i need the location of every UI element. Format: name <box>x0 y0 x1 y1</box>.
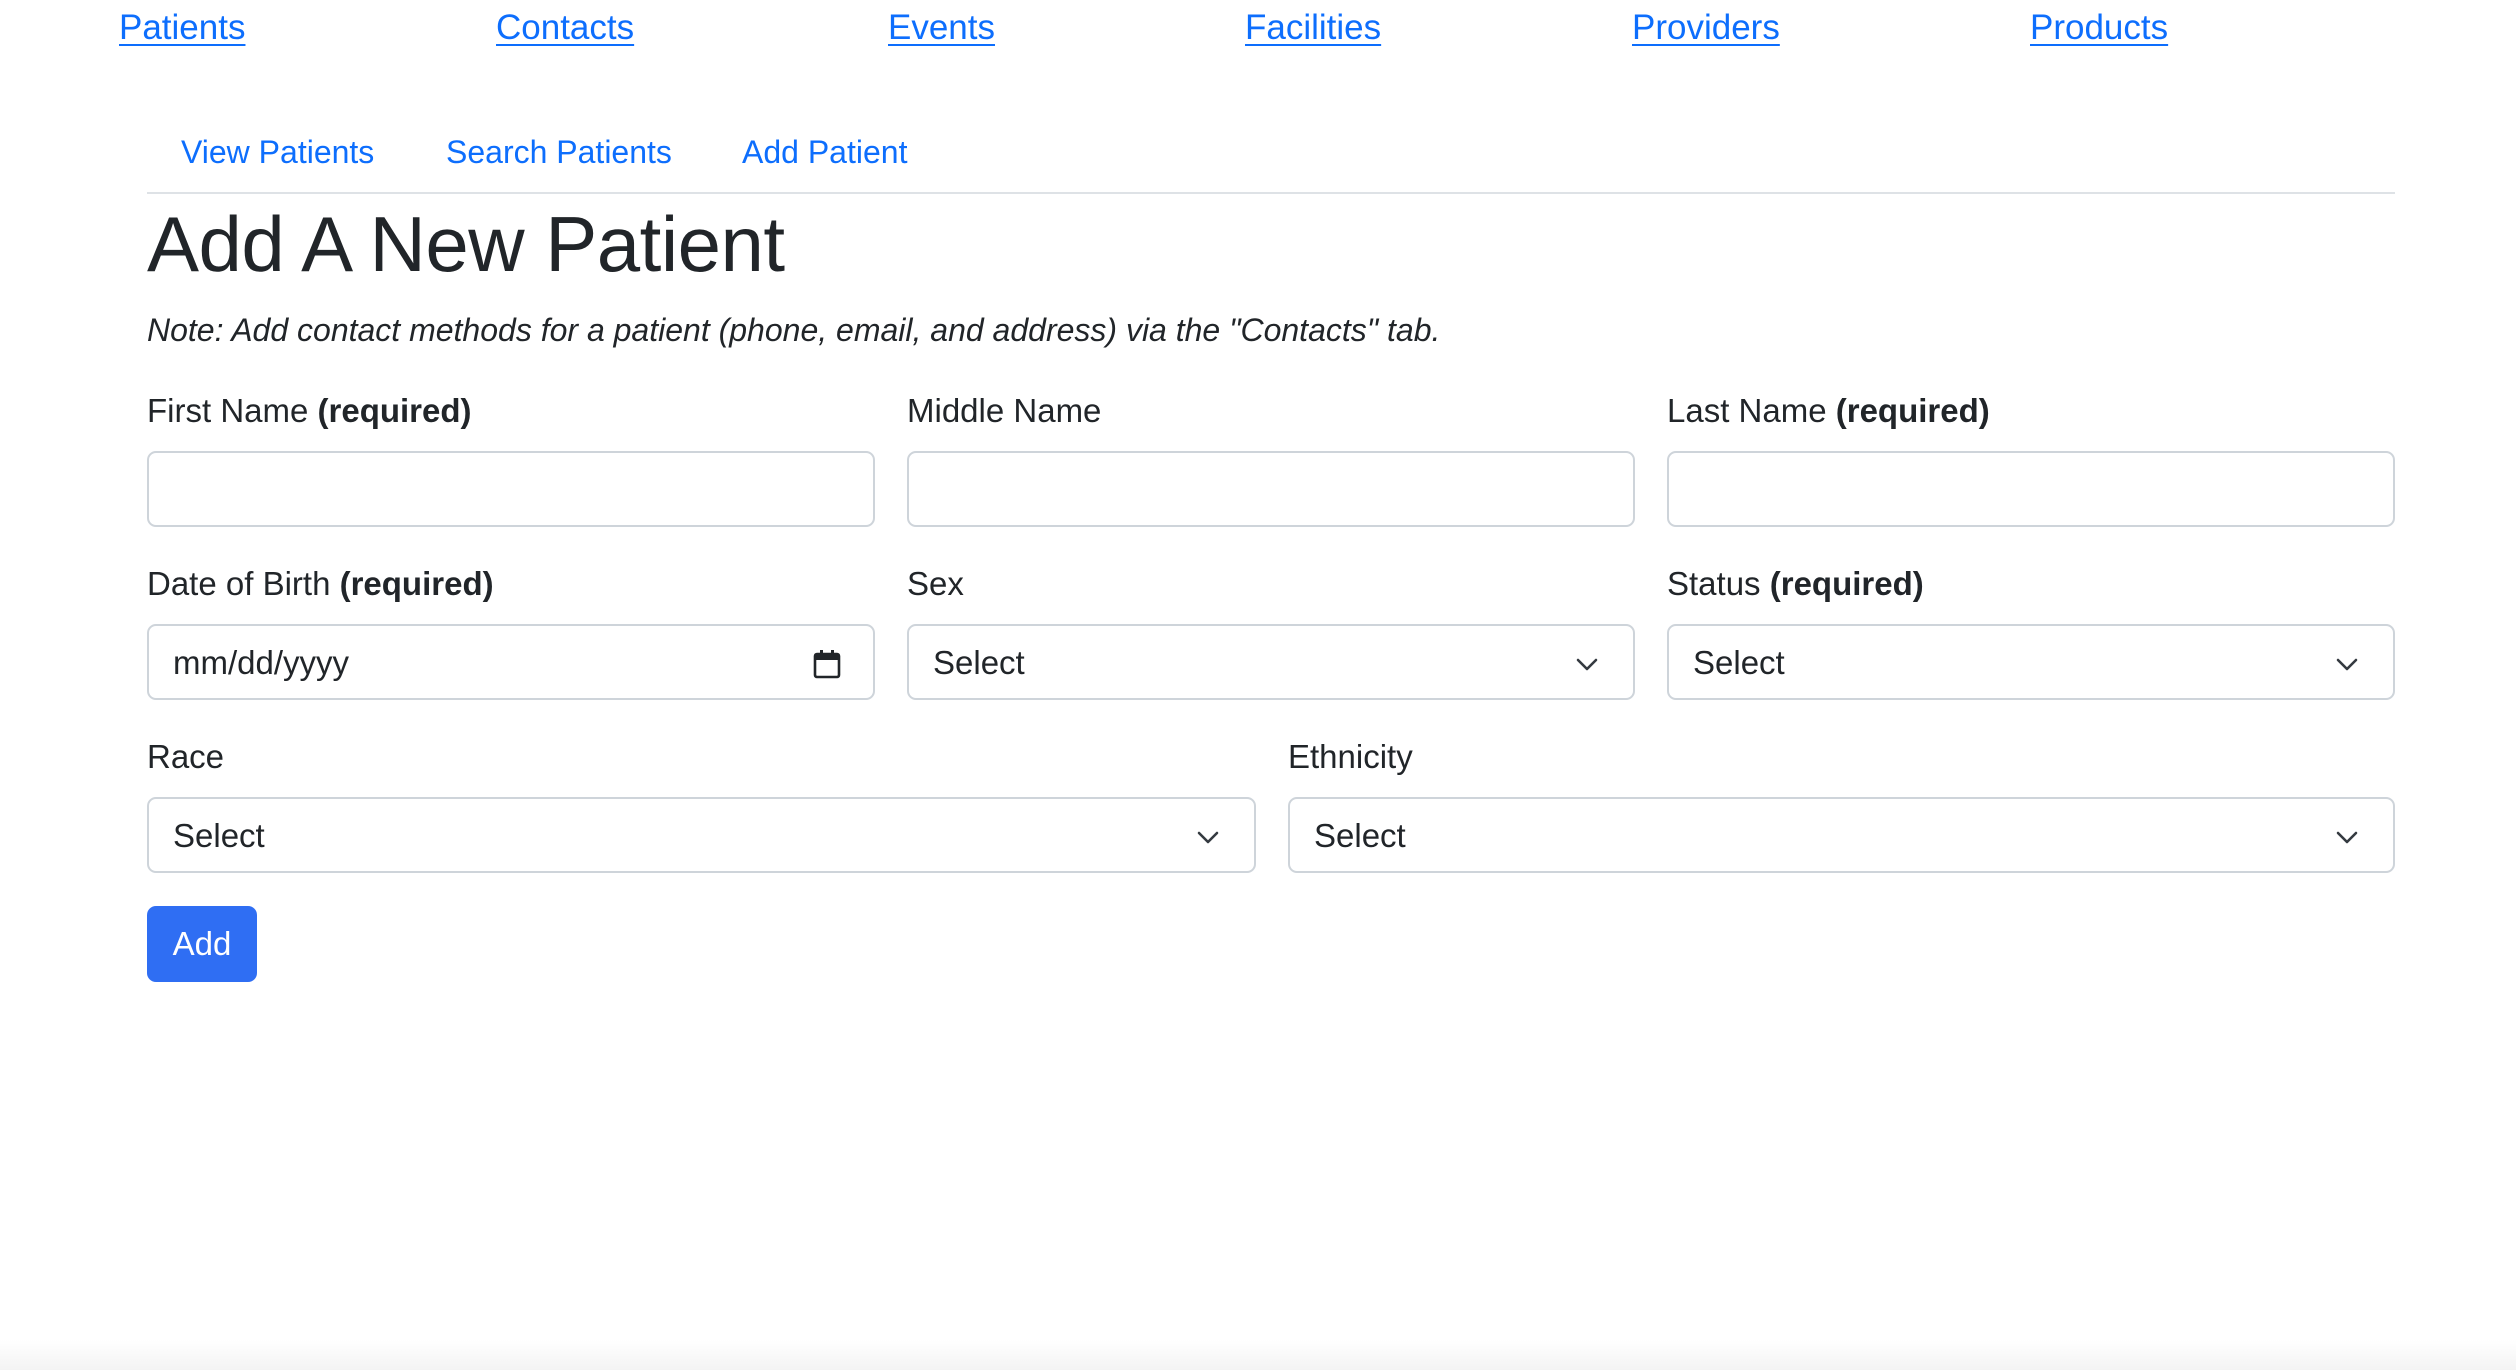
required-marker: (required) <box>1835 392 1990 429</box>
middle-name-input[interactable] <box>907 451 1635 527</box>
last-name-label-text: Last Name <box>1667 392 1827 429</box>
tab-add-patient[interactable]: Add Patient <box>742 132 907 172</box>
sex-selected-value: Select <box>933 644 1025 681</box>
bottom-edge-shadow <box>0 1340 2516 1370</box>
race-label-text: Race <box>147 738 225 775</box>
middle-name-label-text: Middle Name <box>907 392 1102 429</box>
calendar-icon[interactable] <box>811 648 843 680</box>
race-label: Race <box>147 735 224 779</box>
ethnicity-label-text: Ethnicity <box>1288 738 1413 775</box>
status-selected-value: Select <box>1693 644 1785 681</box>
middle-name-label: Middle Name <box>907 389 1101 433</box>
ethnicity-select[interactable]: Select <box>1288 797 2395 873</box>
required-marker: (required) <box>317 392 472 429</box>
ethnicity-selected-value: Select <box>1314 817 1406 854</box>
nav-products-link[interactable]: Products <box>2030 6 2168 50</box>
race-selected-value: Select <box>173 817 265 854</box>
chevron-down-icon <box>2336 658 2358 671</box>
first-name-input[interactable] <box>147 451 875 527</box>
date-of-birth-label: Date of Birth (required) <box>147 562 494 606</box>
patient-sub-tabs: View Patients Search Patients Add Patien… <box>147 118 2395 194</box>
top-nav: Patients Contacts Events Facilities Prov… <box>0 0 2516 60</box>
first-name-label: First Name (required) <box>147 389 472 433</box>
race-select[interactable]: Select <box>147 797 1256 873</box>
status-select[interactable]: Select <box>1667 624 2395 700</box>
page-title: Add A New Patient <box>147 200 785 288</box>
sex-label: Sex <box>907 562 964 606</box>
nav-providers-link[interactable]: Providers <box>1632 6 1780 50</box>
date-of-birth-placeholder: mm/dd/yyyy <box>173 644 350 681</box>
nav-contacts-link[interactable]: Contacts <box>496 6 634 50</box>
nav-patients-link[interactable]: Patients <box>119 6 245 50</box>
last-name-label: Last Name (required) <box>1667 389 1990 433</box>
chevron-down-icon <box>1576 658 1598 671</box>
last-name-input[interactable] <box>1667 451 2395 527</box>
required-marker: (required) <box>1769 565 1924 602</box>
date-of-birth-input[interactable]: mm/dd/yyyy <box>147 624 875 700</box>
tab-view-patients[interactable]: View Patients <box>181 132 374 172</box>
required-marker: (required) <box>339 565 494 602</box>
contacts-note: Note: Add contact methods for a patient … <box>147 312 1441 348</box>
first-name-label-text: First Name <box>147 392 309 429</box>
sex-select[interactable]: Select <box>907 624 1635 700</box>
status-label: Status (required) <box>1667 562 1924 606</box>
chevron-down-icon <box>1197 831 1219 844</box>
sex-label-text: Sex <box>907 565 964 602</box>
ethnicity-label: Ethnicity <box>1288 735 1413 779</box>
status-label-text: Status <box>1667 565 1761 602</box>
add-patient-button[interactable]: Add <box>147 906 257 982</box>
date-of-birth-label-text: Date of Birth <box>147 565 331 602</box>
tab-search-patients[interactable]: Search Patients <box>446 132 672 172</box>
chevron-down-icon <box>2336 831 2358 844</box>
nav-facilities-link[interactable]: Facilities <box>1245 6 1381 50</box>
nav-events-link[interactable]: Events <box>888 6 995 50</box>
